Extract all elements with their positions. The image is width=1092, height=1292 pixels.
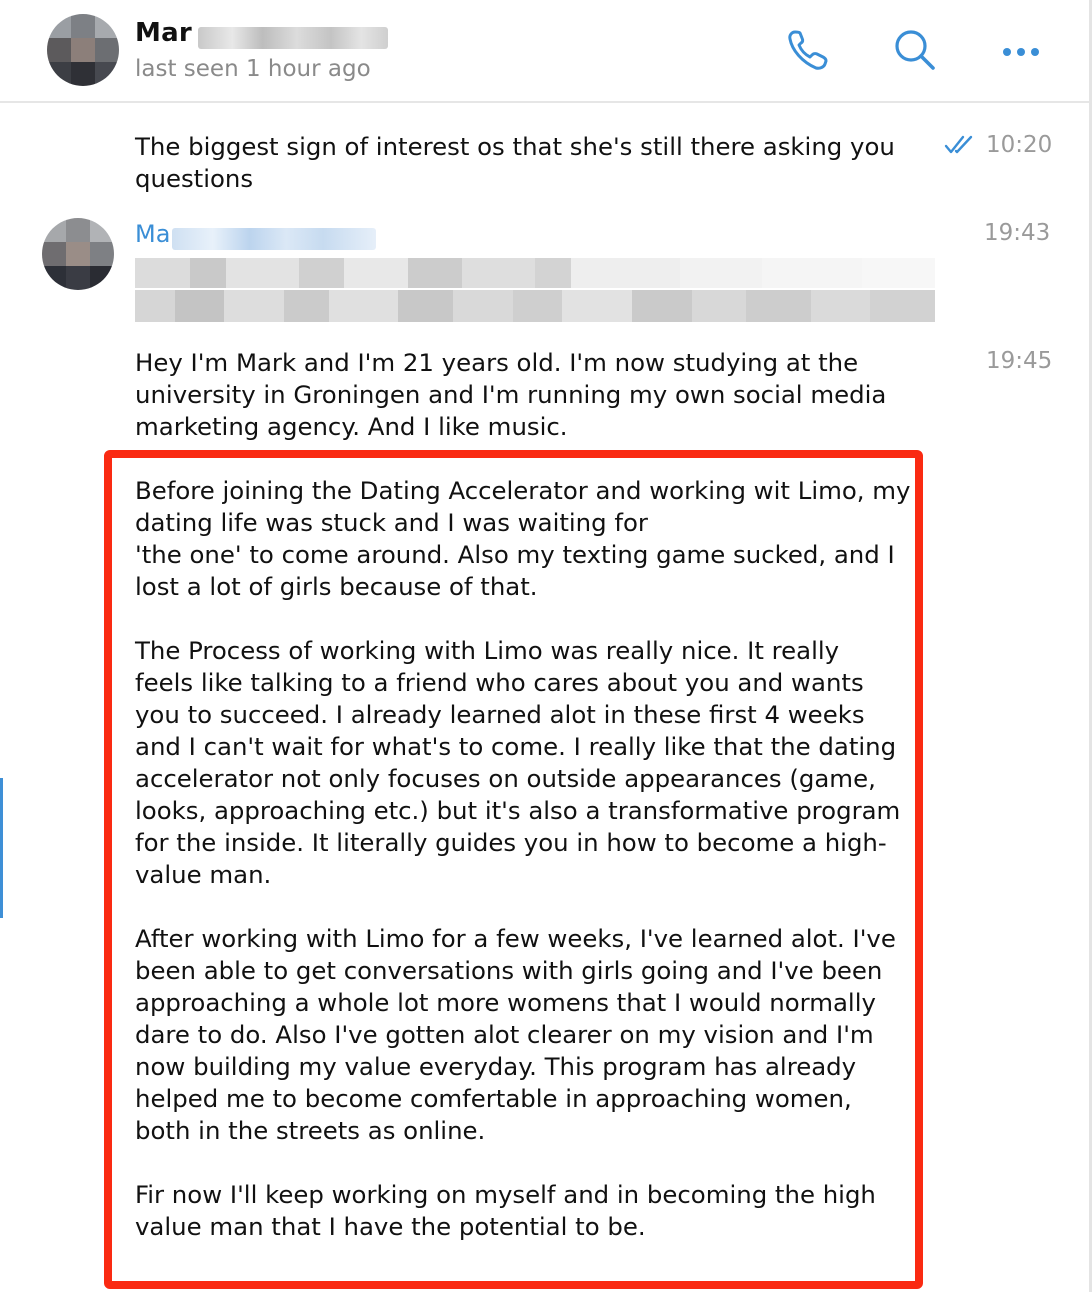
phone-icon[interactable]	[782, 24, 834, 76]
sender-name[interactable]: Ma	[135, 220, 170, 248]
redacted-message-line	[135, 290, 935, 322]
scroll-indicator[interactable]	[0, 778, 3, 918]
chat-header: Mar last seen 1 hour ago	[0, 0, 1089, 103]
message-time: 19:43	[984, 220, 1051, 246]
message-text: Hey I'm Mark and I'm 21 years old. I'm n…	[135, 348, 887, 441]
read-checkmarks-icon	[944, 134, 976, 156]
highlighted-message-text: Before joining the Dating Accelerator an…	[135, 476, 911, 1241]
search-icon[interactable]	[888, 24, 940, 76]
sender-avatar[interactable]	[42, 218, 114, 290]
last-seen-status: last seen 1 hour ago	[135, 56, 371, 82]
redacted-sender-name	[172, 228, 376, 250]
message-time: 19:45	[986, 348, 1053, 374]
message-text: The biggest sign of interest os that she…	[135, 132, 895, 193]
message-time: 10:20	[986, 132, 1053, 158]
more-icon[interactable]	[994, 24, 1046, 76]
contact-avatar[interactable]	[47, 14, 119, 86]
redacted-message-line	[135, 258, 935, 288]
redacted-name	[198, 27, 388, 49]
contact-name[interactable]: Mar	[135, 18, 192, 48]
